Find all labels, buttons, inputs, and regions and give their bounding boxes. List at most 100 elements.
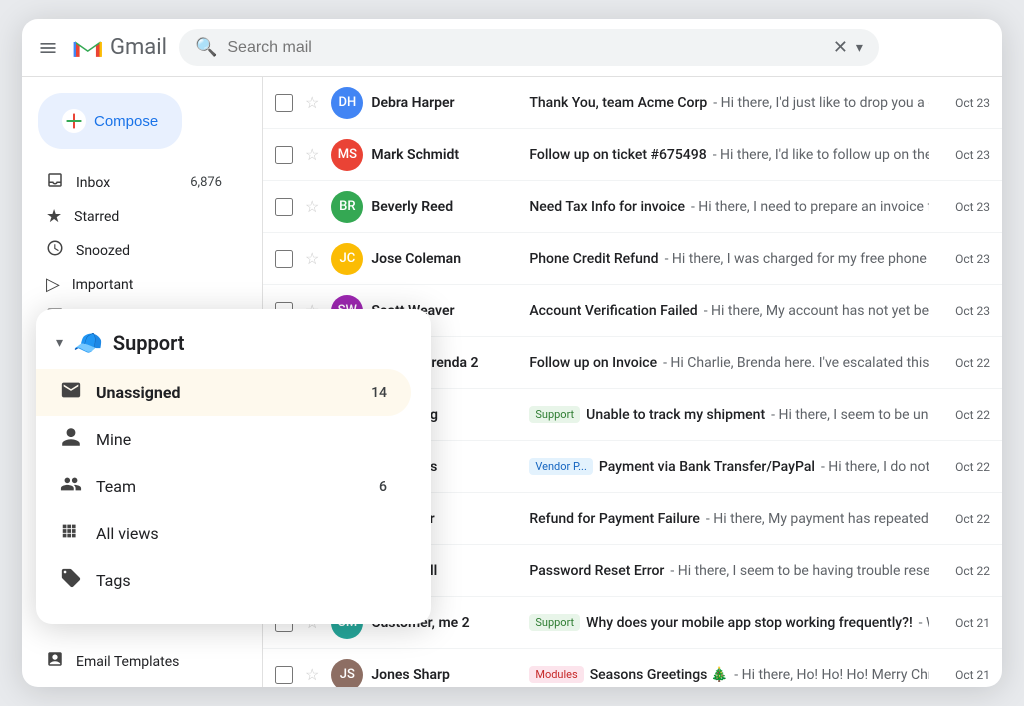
email-body: Refund for Payment Failure - Hi there, M…	[529, 511, 929, 527]
email-preview: - Hi there, Ho! Ho! Ho! Merry Christ...	[734, 667, 929, 683]
email-date: Oct 22	[945, 512, 990, 526]
tags-icon	[60, 567, 82, 594]
email-body: Support Unable to track my shipment - Hi…	[529, 406, 929, 423]
support-icon: 🧢	[73, 329, 103, 357]
important-icon: ▷	[46, 274, 60, 295]
star-button[interactable]: ☆	[305, 665, 319, 684]
popup-item-all-views[interactable]: All views	[36, 510, 411, 557]
popup-item-team[interactable]: Team 6	[36, 463, 411, 510]
email-date: Oct 23	[945, 304, 990, 318]
avatar: JC	[331, 243, 363, 275]
email-subject: Refund for Payment Failure	[529, 511, 700, 527]
sidebar-item-snoozed[interactable]: Snoozed	[22, 233, 246, 268]
email-body: Vendor P... Payment via Bank Transfer/Pa…	[529, 458, 929, 475]
email-date: Oct 22	[945, 356, 990, 370]
email-date: Oct 23	[945, 96, 990, 110]
email-preview: - We...	[919, 615, 929, 631]
email-body: Need Tax Info for invoice - Hi there, I …	[529, 199, 929, 215]
email-templates-label: Email Templates	[76, 654, 179, 670]
email-row[interactable]: ☆ BR Beverly Reed Need Tax Info for invo…	[263, 181, 1002, 233]
email-date: Oct 22	[945, 564, 990, 578]
search-actions: ✕ ▾	[833, 37, 863, 58]
email-date: Oct 22	[945, 408, 990, 422]
email-checkbox[interactable]	[275, 250, 293, 268]
email-sender: Mark Schmidt	[371, 147, 521, 163]
email-body: Password Reset Error - Hi there, I seem …	[529, 563, 929, 579]
sidebar-item-email-templates[interactable]: Email Templates	[22, 644, 262, 679]
team-count: 6	[379, 479, 387, 495]
email-date: Oct 23	[945, 200, 990, 214]
email-subject: Need Tax Info for invoice	[529, 199, 685, 215]
email-preview: - Hi there, I was charged for my free ph…	[665, 251, 929, 267]
email-row[interactable]: ☆ MS Mark Schmidt Follow up on ticket #6…	[263, 129, 1002, 181]
gmail-logo: Gmail	[70, 30, 167, 66]
tags-label: Tags	[96, 571, 387, 590]
star-button[interactable]: ☆	[305, 93, 319, 112]
popup-title: Support	[113, 331, 185, 355]
topbar: Gmail 🔍 ✕ ▾	[22, 19, 1002, 77]
avatar: DH	[331, 87, 363, 119]
collapse-arrow-icon[interactable]: ▾	[56, 335, 63, 351]
sidebar-item-inbox[interactable]: Inbox 6,876	[22, 165, 246, 200]
email-preview: - Hi Charlie, Brenda here. I've escalate…	[663, 355, 929, 371]
popup-header: ▾ 🧢 Support	[36, 325, 431, 369]
unassigned-count: 14	[371, 385, 387, 401]
inbox-count: 6,876	[190, 175, 222, 190]
star-button[interactable]: ☆	[305, 249, 319, 268]
email-date: Oct 23	[945, 148, 990, 162]
popup-item-mine[interactable]: Mine	[36, 416, 411, 463]
menu-icon[interactable]	[38, 38, 58, 58]
email-preview: - Hi there, I do not hol...	[821, 459, 929, 475]
star-button[interactable]: ☆	[305, 197, 319, 216]
search-input[interactable]	[227, 39, 822, 57]
popup-item-unassigned[interactable]: Unassigned 14	[36, 369, 411, 416]
inbox-label: Inbox	[76, 175, 178, 191]
avatar: JS	[331, 659, 363, 688]
search-icon: 🔍	[195, 37, 217, 58]
email-subject: Payment via Bank Transfer/PayPal	[599, 459, 815, 475]
team-label: Team	[96, 477, 365, 496]
star-button[interactable]: ☆	[305, 145, 319, 164]
email-subject: Thank You, team Acme Corp	[529, 95, 707, 111]
team-icon	[60, 473, 82, 500]
email-sender: Debra Harper	[371, 95, 521, 111]
search-bar: 🔍 ✕ ▾	[179, 29, 879, 66]
sidebar-item-important[interactable]: ▷ Important	[22, 268, 246, 301]
email-tag: Support	[529, 406, 580, 423]
snoozed-icon	[46, 239, 64, 262]
email-subject: Follow up on Invoice	[529, 355, 657, 371]
app-title: Gmail	[110, 35, 167, 60]
email-body: Phone Credit Refund - Hi there, I was ch…	[529, 251, 929, 267]
email-subject: Why does your mobile app stop working fr…	[586, 615, 912, 631]
email-tag: Support	[529, 614, 580, 631]
email-checkbox[interactable]	[275, 198, 293, 216]
popup-item-tags[interactable]: Tags	[36, 557, 411, 604]
email-body: Support Why does your mobile app stop wo…	[529, 614, 929, 631]
email-row[interactable]: ☆ JC Jose Coleman Phone Credit Refund - …	[263, 233, 1002, 285]
avatar: MS	[331, 139, 363, 171]
email-checkbox[interactable]	[275, 94, 293, 112]
email-subject: Phone Credit Refund	[529, 251, 658, 267]
search-clear-button[interactable]: ✕	[833, 37, 848, 58]
sidebar-bottom: Email Templates	[22, 628, 262, 679]
email-checkbox[interactable]	[275, 666, 293, 684]
email-checkbox[interactable]	[275, 146, 293, 164]
email-subject: Account Verification Failed	[529, 303, 697, 319]
email-subject: Follow up on ticket #675498	[529, 147, 706, 163]
email-date: Oct 23	[945, 252, 990, 266]
email-row[interactable]: ☆ JS Jones Sharp Modules Seasons Greetin…	[263, 649, 1002, 687]
email-preview: - Hi there, I'd just like to drop you a …	[713, 95, 929, 111]
mine-label: Mine	[96, 430, 387, 449]
unassigned-icon	[60, 379, 82, 406]
email-body: Follow up on Invoice - Hi Charlie, Brend…	[529, 355, 929, 371]
email-tag: Modules	[529, 666, 583, 683]
email-body: Modules Seasons Greetings 🎄 - Hi there, …	[529, 666, 929, 683]
email-preview: - Hi there, I seem to be having trouble …	[670, 563, 929, 579]
compose-button[interactable]: Compose	[38, 93, 182, 149]
support-popup: ▾ 🧢 Support Unassigned 14 Mine Team 6 Al…	[36, 309, 431, 624]
starred-icon: ★	[46, 206, 62, 227]
search-expand-button[interactable]: ▾	[856, 40, 863, 56]
email-body: Follow up on ticket #675498 - Hi there, …	[529, 147, 929, 163]
email-row[interactable]: ☆ DH Debra Harper Thank You, team Acme C…	[263, 77, 1002, 129]
sidebar-item-starred[interactable]: ★ Starred	[22, 200, 246, 233]
